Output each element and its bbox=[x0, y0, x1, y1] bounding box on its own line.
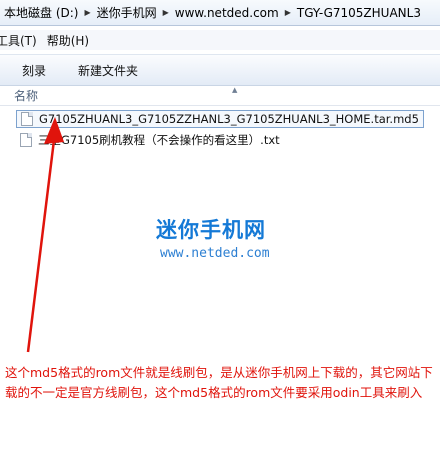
red-arrow-annotation bbox=[26, 117, 64, 353]
arrow-shaft bbox=[26, 139, 56, 353]
annotation-text: 这个md5格式的rom文件就是线刷包，是从迷你手机网上下载的，其它网站下载的不一… bbox=[5, 365, 433, 400]
arrow-head bbox=[44, 117, 64, 144]
